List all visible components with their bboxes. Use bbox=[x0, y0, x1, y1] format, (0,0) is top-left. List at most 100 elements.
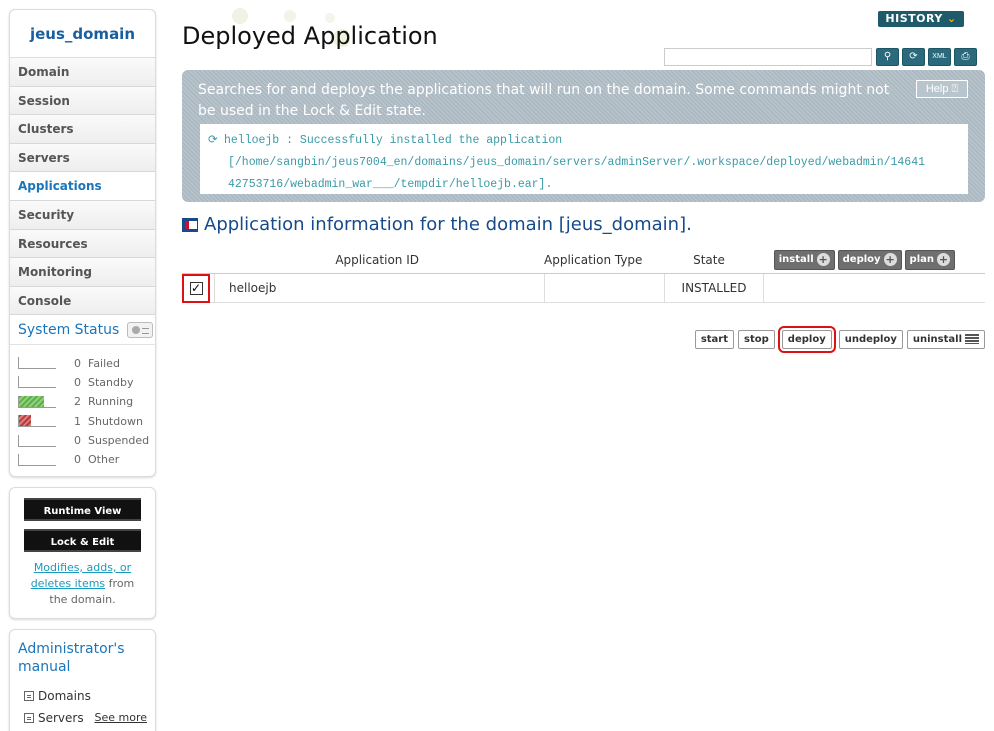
nav-item-domain[interactable]: Domain bbox=[10, 58, 155, 87]
section-flag-icon bbox=[182, 217, 198, 232]
help-label: Help bbox=[925, 83, 949, 95]
deploy-button[interactable]: deploy bbox=[777, 326, 836, 353]
status-row-running: 2 Running bbox=[18, 392, 155, 411]
column-header-id: Application ID bbox=[182, 253, 544, 267]
nav-item-clusters[interactable]: Clusters bbox=[10, 115, 155, 144]
install-button[interactable]: install + bbox=[773, 249, 835, 270]
stop-button[interactable]: stop bbox=[738, 330, 775, 349]
refresh-button[interactable]: ⟳ bbox=[902, 48, 925, 66]
undeploy-button[interactable]: undeploy bbox=[838, 330, 903, 349]
nav-item-resources[interactable]: Resources bbox=[10, 229, 155, 259]
row-checkbox-highlight: ✓ bbox=[182, 273, 210, 303]
status-label: Shutdown bbox=[88, 414, 143, 428]
system-status-header: System Status bbox=[10, 315, 155, 346]
status-bar bbox=[18, 434, 56, 447]
plus-icon: + bbox=[816, 253, 830, 266]
log-box: ⟳ helloejb : Successfully installed the a… bbox=[200, 124, 968, 194]
cell-state: INSTALLED bbox=[664, 273, 764, 303]
nav-item-console[interactable]: Console bbox=[10, 286, 155, 316]
nav-item-servers[interactable]: Servers bbox=[10, 143, 155, 173]
modify-link-2[interactable]: deletes items bbox=[31, 577, 105, 590]
status-bar-fill bbox=[19, 415, 32, 427]
sidebar: jeus_domain Domain Session Clusters Serv… bbox=[9, 9, 156, 731]
status-label: Suspended bbox=[88, 434, 150, 448]
status-row-other: 0 Other bbox=[18, 450, 155, 469]
sync-icon: ⟳ bbox=[208, 132, 218, 146]
uninstall-button[interactable]: uninstall bbox=[906, 330, 985, 349]
section-title: Application information for the domain [… bbox=[182, 214, 692, 235]
action-buttons: start stop deploy undeploy uninstall bbox=[694, 326, 985, 353]
modify-link[interactable]: Modifies, adds, or bbox=[34, 561, 131, 574]
nav-item-security[interactable]: Security bbox=[10, 200, 155, 230]
lock-edit-button[interactable]: Lock & Edit bbox=[24, 528, 141, 552]
document-icon bbox=[24, 712, 34, 723]
button-label: plan bbox=[909, 254, 934, 265]
search-button[interactable]: ⚲ bbox=[876, 48, 899, 66]
log-line: ⟳ helloejb : Successfully installed the a… bbox=[208, 128, 960, 152]
status-count: 1 bbox=[74, 414, 81, 428]
log-line: 42753716/webadmin_war___/tempdir/helloej… bbox=[228, 178, 553, 191]
search-icon: ⚲ bbox=[883, 51, 892, 62]
manual-panel: Administrator's manual Domains Servers S… bbox=[9, 628, 156, 731]
status-bar bbox=[18, 357, 56, 370]
search-input[interactable] bbox=[664, 48, 872, 66]
status-row-failed: 0 Failed bbox=[18, 353, 155, 372]
manual-item-servers[interactable]: Servers See more bbox=[18, 710, 147, 726]
application-table: Application ID Application Type State in… bbox=[182, 246, 985, 303]
plan-button[interactable]: plan + bbox=[904, 249, 955, 270]
see-more-link[interactable]: See more bbox=[94, 711, 147, 724]
row-checkbox[interactable]: ✓ bbox=[189, 281, 203, 295]
modify-text-2: the domain. bbox=[49, 592, 116, 606]
status-label: Standby bbox=[88, 375, 134, 389]
chevron-down-icon: ⌄ bbox=[946, 12, 957, 25]
column-header-type: Application Type bbox=[544, 252, 643, 267]
table-row[interactable]: ✓ helloejb INSTALLED bbox=[182, 273, 985, 303]
refresh-icon: ⟳ bbox=[909, 51, 918, 62]
status-row-standby: 0 Standby bbox=[18, 373, 155, 392]
page-title: Deployed Application bbox=[182, 22, 438, 50]
status-toggle-icon[interactable] bbox=[127, 321, 154, 338]
status-count: 2 bbox=[74, 395, 81, 409]
nav-item-session[interactable]: Session bbox=[10, 86, 155, 116]
log-text: helloejb : Successfully installed the ap… bbox=[224, 134, 563, 147]
status-label: Other bbox=[88, 453, 120, 467]
status-bar bbox=[18, 415, 56, 428]
status-bar bbox=[18, 395, 56, 408]
status-bar bbox=[18, 453, 56, 466]
modify-description: Modifies, adds, or deletes items from th… bbox=[10, 560, 155, 608]
document-icon bbox=[24, 690, 34, 701]
button-label: install bbox=[778, 254, 814, 265]
header-buttons: install + deploy + plan + bbox=[754, 249, 985, 270]
manual-item-label: Servers bbox=[38, 710, 84, 725]
help-button[interactable]: Help ⍰ bbox=[916, 80, 968, 98]
history-button[interactable]: HISTORY ⌄ bbox=[878, 11, 964, 27]
manual-title[interactable]: Administrator's manual bbox=[18, 640, 147, 676]
question-icon: ⍰ bbox=[951, 83, 959, 95]
stack-icon bbox=[965, 334, 979, 344]
column-header-label: Application ID bbox=[335, 252, 419, 267]
plus-icon: + bbox=[937, 253, 950, 266]
section-title-text: Application information for the domain [… bbox=[204, 214, 692, 235]
status-bar bbox=[18, 376, 56, 389]
nav-panel: jeus_domain Domain Session Clusters Serv… bbox=[9, 9, 156, 477]
nav-item-applications[interactable]: Applications bbox=[10, 172, 155, 201]
runtime-view-button[interactable]: Runtime View bbox=[24, 497, 141, 521]
status-label: Running bbox=[88, 395, 134, 409]
xml-button[interactable]: XML bbox=[928, 48, 951, 66]
print-button[interactable]: ⎙ bbox=[954, 48, 977, 66]
cell-application-type bbox=[544, 273, 664, 303]
table-header: Application ID Application Type State in… bbox=[182, 246, 985, 274]
domain-title[interactable]: jeus_domain bbox=[10, 10, 155, 58]
manual-item-domains[interactable]: Domains bbox=[18, 688, 147, 704]
history-label: HISTORY bbox=[885, 12, 943, 25]
mode-panel: Runtime View Lock & Edit Modifies, adds,… bbox=[9, 486, 156, 619]
status-bar-fill bbox=[19, 395, 44, 407]
button-label: uninstall bbox=[912, 334, 962, 345]
start-button[interactable]: start bbox=[694, 330, 735, 349]
deploy-header-button[interactable]: deploy + bbox=[837, 249, 902, 270]
plus-icon: + bbox=[883, 253, 897, 266]
info-banner: Searches for and deploys the application… bbox=[182, 70, 985, 202]
nav-item-monitoring[interactable]: Monitoring bbox=[10, 258, 155, 287]
xml-icon: XML bbox=[932, 53, 947, 60]
log-line: [/home/sangbin/jeus7004_en/domains/jeus_… bbox=[228, 156, 926, 169]
